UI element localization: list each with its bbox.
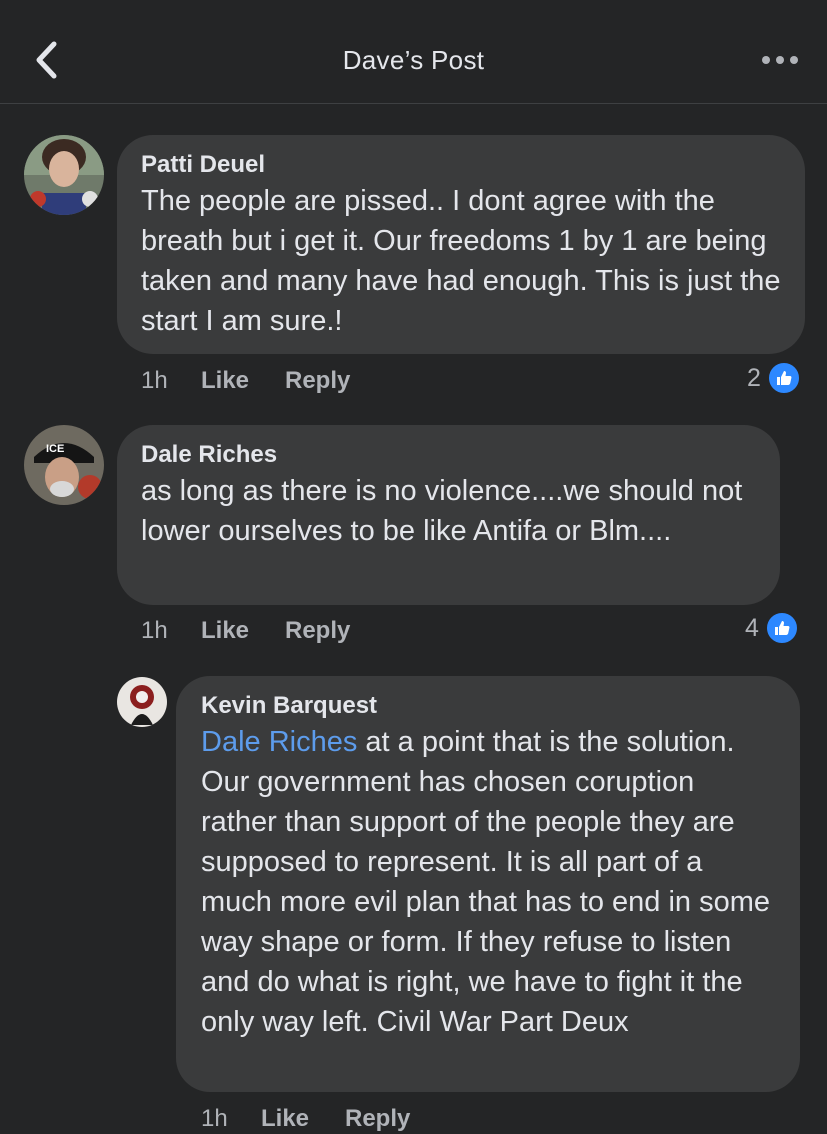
thumbs-up-icon [766, 361, 801, 395]
reaction-count[interactable]: 2 [747, 361, 801, 395]
avatar-kevin-barquest[interactable] [117, 677, 167, 727]
comment-timestamp[interactable]: 1h [141, 367, 168, 395]
reply-button[interactable]: Reply [285, 367, 350, 395]
comment-text: Dale Riches at a point that is the solut… [201, 726, 771, 1038]
like-button[interactable]: Like [201, 617, 249, 645]
like-count: 4 [745, 613, 759, 642]
like-button[interactable]: Like [261, 1105, 309, 1133]
comment-author[interactable]: Kevin Barquest [201, 692, 776, 720]
comment-timestamp[interactable]: 1h [141, 617, 168, 645]
avatar-dale-riches[interactable]: ICE [24, 425, 104, 505]
like-button[interactable]: Like [201, 367, 249, 395]
reply-button[interactable]: Reply [285, 617, 350, 645]
mention-link[interactable]: Dale Riches [201, 726, 357, 758]
top-bar: Dave’s Post [0, 0, 827, 104]
reply-button[interactable]: Reply [345, 1105, 410, 1133]
page-title: Dave’s Post [342, 45, 485, 75]
comment-bubble: Dale Riches as long as there is no viole… [117, 425, 780, 605]
comment-author[interactable]: Patti Deuel [141, 151, 781, 179]
comment-bubble: Patti Deuel The people are pissed.. I do… [117, 135, 805, 354]
avatar-patti-deuel[interactable] [24, 135, 104, 215]
svg-text:ICE: ICE [46, 443, 64, 455]
comment-timestamp[interactable]: 1h [201, 1105, 228, 1133]
comment-text: The people are pissed.. I dont agree wit… [141, 185, 781, 337]
thumbs-up-icon [764, 611, 799, 645]
like-count: 2 [747, 363, 761, 392]
reply-bubble: Kevin Barquest Dale Riches at a point th… [176, 676, 800, 1092]
more-options-icon[interactable] [760, 52, 800, 68]
comment-text: as long as there is no violence....we sh… [141, 475, 743, 547]
reaction-count[interactable]: 4 [745, 611, 799, 645]
comment-author[interactable]: Dale Riches [141, 441, 756, 469]
